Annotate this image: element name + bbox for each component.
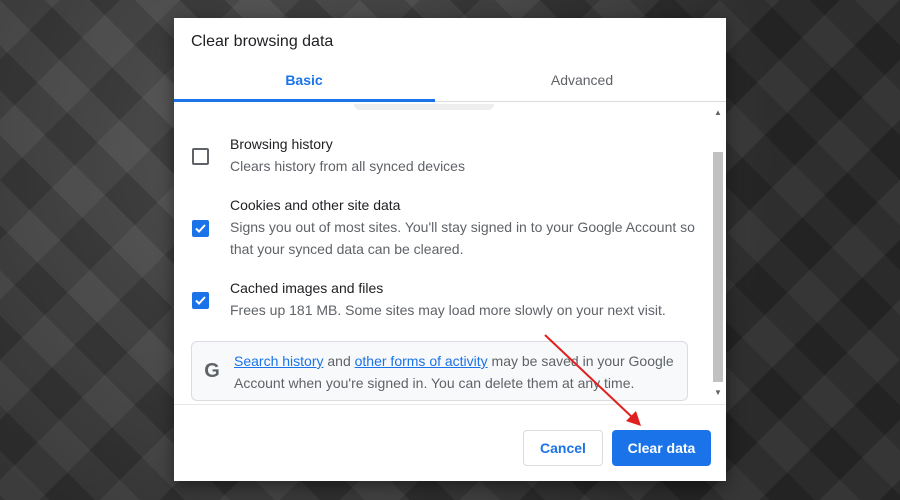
search-history-link[interactable]: Search history bbox=[234, 353, 323, 369]
scrollbar-thumb[interactable] bbox=[713, 152, 723, 382]
active-tab-indicator bbox=[174, 99, 435, 102]
info-text: Search history and other forms of activi… bbox=[234, 350, 684, 394]
checkmark-icon bbox=[195, 224, 206, 233]
browsing-history-label: Browsing history bbox=[230, 136, 333, 152]
scrollbar[interactable]: ▲ ▼ bbox=[713, 106, 723, 398]
cached-images-description: Frees up 181 MB. Some sites may load mor… bbox=[230, 302, 666, 318]
google-activity-info: G Search history and other forms of acti… bbox=[191, 341, 688, 401]
dialog-title: Clear browsing data bbox=[191, 33, 334, 50]
checkmark-icon bbox=[195, 296, 206, 305]
scroll-up-icon[interactable]: ▲ bbox=[713, 108, 723, 118]
clear-browsing-data-dialog: Clear browsing data Basic Advanced Brows… bbox=[174, 18, 726, 481]
tab-advanced[interactable]: Advanced bbox=[452, 64, 712, 102]
scroll-shadow bbox=[354, 104, 494, 110]
browsing-history-description: Clears history from all synced devices bbox=[230, 158, 465, 174]
tab-basic[interactable]: Basic bbox=[174, 64, 434, 102]
cached-images-label: Cached images and files bbox=[230, 280, 384, 296]
cookies-description: Signs you out of most sites. You'll stay… bbox=[230, 219, 695, 257]
cookies-checkbox[interactable] bbox=[192, 220, 209, 237]
dialog-footer: Cancel Clear data bbox=[174, 404, 726, 481]
info-text-part1: and bbox=[323, 353, 355, 369]
other-activity-link[interactable]: other forms of activity bbox=[355, 353, 488, 369]
scroll-down-icon[interactable]: ▼ bbox=[713, 388, 723, 398]
tab-bar: Basic Advanced bbox=[174, 64, 726, 102]
cached-images-checkbox[interactable] bbox=[192, 292, 209, 309]
cookies-label: Cookies and other site data bbox=[230, 197, 401, 213]
clear-data-button[interactable]: Clear data bbox=[612, 430, 711, 466]
cancel-button[interactable]: Cancel bbox=[523, 430, 603, 466]
google-g-icon: G bbox=[204, 360, 220, 382]
browsing-history-checkbox[interactable] bbox=[192, 148, 209, 165]
